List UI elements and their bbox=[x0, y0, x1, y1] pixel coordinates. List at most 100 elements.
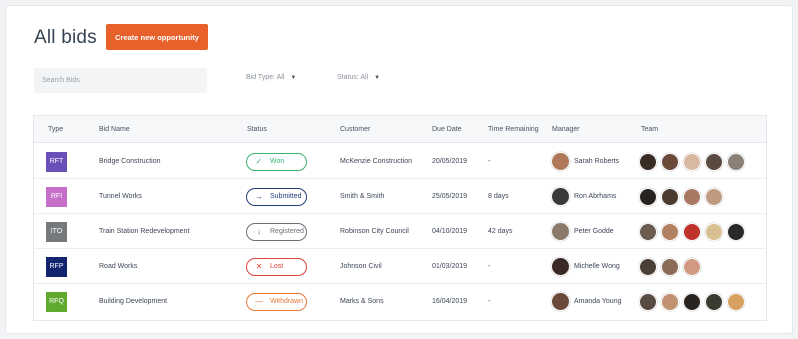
bid-name[interactable]: Train Station Redevelopment bbox=[99, 214, 189, 249]
team bbox=[639, 144, 745, 179]
manager[interactable]: Amanda Young bbox=[551, 284, 622, 319]
type-cell: RFI bbox=[46, 179, 67, 214]
header-status[interactable]: Status bbox=[247, 116, 267, 143]
status-badge[interactable]: → Submitted bbox=[246, 187, 307, 206]
bid-name[interactable]: Building Development bbox=[99, 284, 167, 319]
avatar[interactable] bbox=[661, 292, 679, 311]
close-icon: ✕ bbox=[255, 262, 263, 271]
customer: Johnson Civil bbox=[340, 263, 382, 270]
type-cell: RFQ bbox=[46, 284, 67, 319]
avatar bbox=[551, 222, 570, 241]
avatar[interactable] bbox=[683, 187, 701, 206]
header-customer[interactable]: Customer bbox=[340, 116, 370, 143]
avatar[interactable] bbox=[683, 257, 701, 276]
avatar[interactable] bbox=[705, 187, 723, 206]
avatar[interactable] bbox=[705, 222, 723, 241]
customer: Robinson City Council bbox=[340, 228, 409, 235]
status-label: Won bbox=[270, 158, 285, 165]
avatar[interactable] bbox=[639, 222, 657, 241]
type-badge: RFT bbox=[46, 151, 67, 172]
table-row[interactable]: RFP Road Works ✕ Lost Johnson Civil 01/0… bbox=[34, 249, 766, 284]
type-cell: RFP bbox=[46, 249, 67, 284]
bids-card: All bids Create new opportunity Search B… bbox=[5, 5, 793, 334]
status-cell: → Submitted bbox=[246, 179, 307, 214]
bid-type-filter[interactable]: Bid Type: All ▼ bbox=[246, 74, 296, 81]
team bbox=[639, 179, 723, 214]
avatar[interactable] bbox=[639, 257, 657, 276]
check-icon: ✓ bbox=[255, 157, 263, 166]
avatar[interactable] bbox=[639, 187, 657, 206]
create-opportunity-button[interactable]: Create new opportunity bbox=[106, 24, 208, 50]
header-bid-name[interactable]: Bid Name bbox=[99, 116, 130, 143]
avatar[interactable] bbox=[683, 152, 701, 171]
manager-name: Sarah Roberts bbox=[574, 158, 620, 165]
status-label: Withdrawn bbox=[270, 298, 304, 305]
type-cell: RFT bbox=[46, 144, 67, 179]
due-date: 20/05/2019 bbox=[432, 158, 468, 165]
time-remaining: - bbox=[488, 263, 491, 270]
manager[interactable]: Sarah Roberts bbox=[551, 144, 619, 179]
header-due-date[interactable]: Due Date bbox=[432, 116, 462, 143]
table-row[interactable]: RFT Bridge Construction ✓ Won McKenzie C… bbox=[34, 144, 766, 179]
team bbox=[639, 249, 701, 284]
avatar[interactable] bbox=[661, 222, 679, 241]
manager[interactable]: Peter Godde bbox=[551, 214, 614, 249]
avatar[interactable] bbox=[683, 292, 701, 311]
manager-name: Ron Abrhams bbox=[574, 193, 617, 200]
table-header: Type Bid Name Status Customer Due Date T… bbox=[34, 116, 766, 143]
avatar bbox=[551, 257, 570, 276]
status-cell: ✓ Won bbox=[246, 144, 307, 179]
header-manager[interactable]: Manager bbox=[552, 116, 580, 143]
table-row[interactable]: RFQ Building Development — Withdrawn Mar… bbox=[34, 284, 766, 319]
avatar[interactable] bbox=[639, 292, 657, 311]
status-badge[interactable]: — Withdrawn bbox=[246, 292, 307, 311]
bid-type-filter-label: Bid Type: All bbox=[246, 74, 285, 81]
table-row[interactable]: RFI Tunnel Works → Submitted Smith & Smi… bbox=[34, 179, 766, 214]
status-badge[interactable]: ↓ Registered bbox=[246, 222, 307, 241]
team bbox=[639, 284, 745, 319]
avatar[interactable] bbox=[727, 222, 745, 241]
status-label: Submitted bbox=[270, 193, 302, 200]
manager[interactable]: Ron Abrhams bbox=[551, 179, 616, 214]
status-badge[interactable]: ✕ Lost bbox=[246, 257, 307, 276]
avatar[interactable] bbox=[683, 222, 701, 241]
type-cell: ITO bbox=[46, 214, 67, 249]
arrow-right-icon: → bbox=[255, 192, 263, 201]
time-remaining: - bbox=[488, 158, 491, 165]
bid-name[interactable]: Tunnel Works bbox=[99, 179, 142, 214]
avatar bbox=[551, 292, 570, 311]
status-filter[interactable]: Status: All ▼ bbox=[337, 74, 380, 81]
manager-name: Michelle Wong bbox=[574, 263, 620, 270]
header-team[interactable]: Team bbox=[641, 116, 658, 143]
avatar[interactable] bbox=[661, 152, 679, 171]
manager-name: Amanda Young bbox=[574, 298, 622, 305]
avatar bbox=[551, 152, 570, 171]
customer: Marks & Sons bbox=[340, 298, 384, 305]
avatar[interactable] bbox=[705, 152, 723, 171]
chevron-down-icon: ▼ bbox=[290, 74, 297, 81]
bid-name[interactable]: Bridge Construction bbox=[99, 144, 160, 179]
search-input[interactable]: Search Bids bbox=[34, 68, 207, 93]
time-remaining: - bbox=[488, 298, 491, 305]
header-type[interactable]: Type bbox=[48, 116, 63, 143]
avatar[interactable] bbox=[727, 152, 745, 171]
avatar[interactable] bbox=[661, 187, 679, 206]
customer: McKenzie Construction bbox=[340, 158, 412, 165]
customer: Smith & Smith bbox=[340, 193, 385, 200]
manager[interactable]: Michelle Wong bbox=[551, 249, 620, 284]
status-cell: ✕ Lost bbox=[246, 249, 307, 284]
avatar[interactable] bbox=[727, 292, 745, 311]
header-time-remaining[interactable]: Time Remaining bbox=[488, 116, 539, 143]
status-cell: ↓ Registered bbox=[246, 214, 307, 249]
chevron-down-icon: ▼ bbox=[374, 74, 381, 81]
time-remaining: 8 days bbox=[488, 193, 509, 200]
bid-name[interactable]: Road Works bbox=[99, 249, 137, 284]
avatar[interactable] bbox=[639, 152, 657, 171]
table-row[interactable]: ITO Train Station Redevelopment ↓ Regist… bbox=[34, 214, 766, 249]
avatar[interactable] bbox=[661, 257, 679, 276]
type-badge: RFQ bbox=[46, 291, 67, 312]
status-badge[interactable]: ✓ Won bbox=[246, 152, 307, 171]
avatar[interactable] bbox=[705, 292, 723, 311]
bids-table: Type Bid Name Status Customer Due Date T… bbox=[33, 115, 767, 321]
status-cell: — Withdrawn bbox=[246, 284, 307, 319]
